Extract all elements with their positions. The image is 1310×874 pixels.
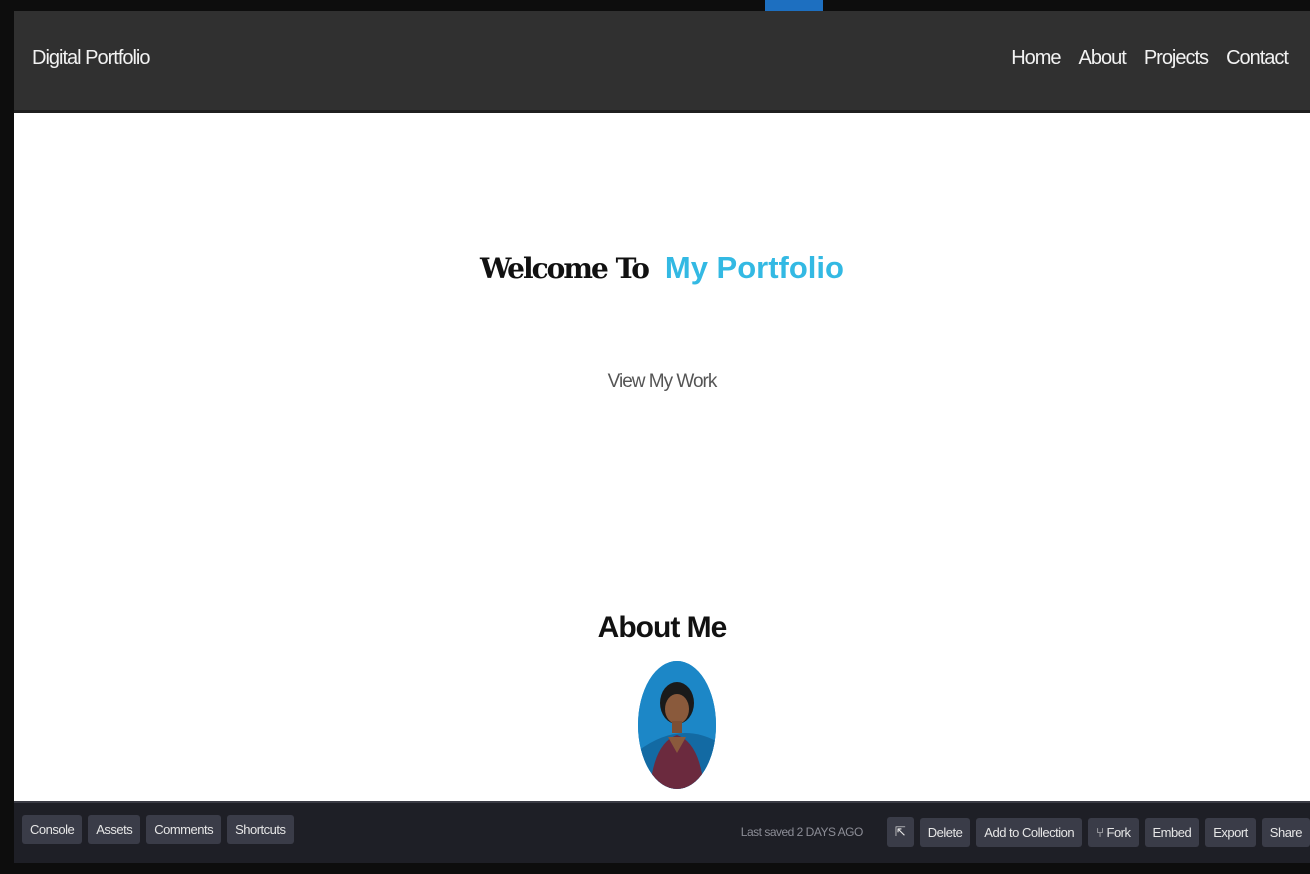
nav-contact-link[interactable]: Contact	[1226, 47, 1289, 70]
hero-highlight-text: My Portfolio	[664, 250, 844, 285]
hero-welcome-text: Welcome	[480, 252, 609, 285]
add-to-collection-button[interactable]: Add to Collection	[976, 817, 1083, 847]
embed-button[interactable]: Embed	[1144, 817, 1200, 847]
hero-to-text: To	[615, 252, 650, 285]
nav-home-link[interactable]: Home	[1011, 47, 1061, 70]
toolbar-left-group: Console Assets Comments Shortcuts	[22, 815, 294, 844]
hero-title: Welcome To My Portfolio	[14, 249, 1310, 286]
share-button[interactable]: Share	[1261, 817, 1310, 847]
portfolio-preview: Digital Portfolio Home About Projects Co…	[14, 11, 1310, 801]
profile-avatar	[638, 661, 716, 789]
assets-button[interactable]: Assets	[88, 815, 141, 844]
screen-bottom-edge	[0, 863, 1310, 874]
comments-button[interactable]: Comments	[146, 815, 222, 844]
nav-links: Home About Projects Contact	[1011, 47, 1289, 70]
nav-about-link[interactable]: About	[1079, 47, 1127, 70]
toolbar-right-group: Last saved 2 DAYS AGO ⇱ Delete Add to Co…	[741, 817, 1310, 847]
editor-toolbar: Console Assets Comments Shortcuts Last s…	[14, 801, 1310, 863]
view-work-link[interactable]: View My Work	[14, 371, 1310, 393]
delete-button[interactable]: Delete	[919, 817, 971, 847]
fork-button[interactable]: ⑂ Fork	[1088, 817, 1139, 847]
last-saved-text: Last saved 2 DAYS AGO	[740, 825, 864, 839]
about-title: About Me	[597, 611, 728, 644]
fork-icon: ⑂	[1096, 824, 1104, 840]
editor-tab-indicator	[765, 0, 823, 11]
shortcuts-button[interactable]: Shortcuts	[227, 815, 294, 844]
fork-label: Fork	[1106, 824, 1132, 840]
console-button[interactable]: Console	[22, 815, 83, 844]
brand-logo[interactable]: Digital Portfolio	[32, 47, 151, 70]
navbar: Digital Portfolio Home About Projects Co…	[14, 11, 1310, 113]
external-link-icon[interactable]: ⇱	[886, 817, 914, 847]
nav-projects-link[interactable]: Projects	[1144, 47, 1209, 70]
export-button[interactable]: Export	[1205, 817, 1256, 847]
